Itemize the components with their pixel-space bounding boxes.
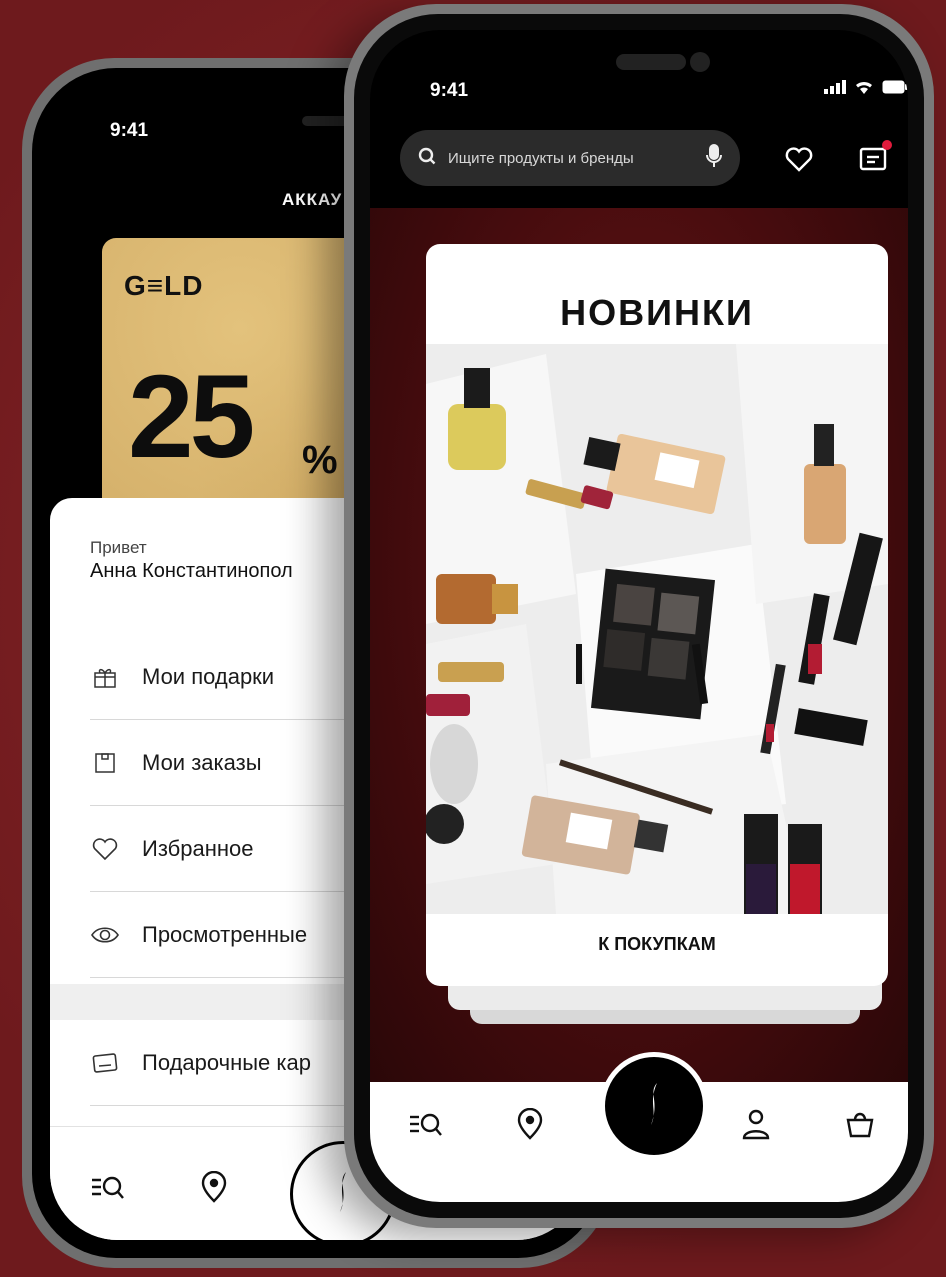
cart-bag-icon[interactable]	[840, 1104, 880, 1144]
home-logo-icon	[644, 1081, 664, 1132]
status-time: 9:41	[430, 80, 469, 101]
gift-card-icon	[90, 1048, 120, 1078]
promo-product-image	[426, 344, 888, 914]
feed-area: НОВИНКИ К ПОКУПКАМ	[370, 208, 908, 1088]
search-input[interactable]: Ищите продукты и бренды	[400, 130, 740, 186]
dynamic-island	[616, 54, 686, 70]
catalog-search-icon[interactable]	[88, 1167, 128, 1207]
menu-item-label: Избранное	[142, 835, 254, 861]
heart-icon	[90, 834, 120, 864]
search-placeholder: Ищите продукты и бренды	[448, 149, 634, 167]
menu-item-label: Мои заказы	[142, 749, 262, 775]
camera-dot	[690, 52, 710, 72]
discount-unit: %	[302, 438, 338, 482]
catalog-search-icon[interactable]	[406, 1104, 446, 1144]
front-phone: 9:41 Ищите продукты и бренды НОВИНКИ К П…	[344, 4, 934, 1228]
home-logo-button[interactable]	[600, 1052, 708, 1160]
battery-icon	[882, 80, 908, 99]
menu-item-label: Просмотренные	[142, 921, 308, 947]
notifications-icon[interactable]	[856, 140, 892, 176]
status-icons	[824, 80, 908, 99]
favorites-heart-icon[interactable]	[782, 142, 816, 176]
promo-title: НОВИНКИ	[560, 292, 754, 333]
front-phone-screen: 9:41 Ищите продукты и бренды НОВИНКИ К П…	[370, 30, 908, 1202]
user-name: Анна Константинопол	[90, 560, 293, 582]
eye-icon	[90, 920, 120, 950]
notification-badge	[882, 140, 892, 150]
tab-bar	[370, 1052, 908, 1202]
status-time: 9:41	[110, 120, 149, 141]
location-pin-icon[interactable]	[194, 1167, 234, 1207]
greeting-label: Привет	[90, 538, 147, 557]
front-phone-bezel: 9:41 Ищите продукты и бренды НОВИНКИ К П…	[354, 14, 924, 1218]
gift-icon	[90, 662, 120, 692]
promo-card[interactable]: НОВИНКИ К ПОКУПКАМ	[426, 244, 888, 986]
menu-item-label: Мои подарки	[142, 663, 275, 689]
menu-item-label: Подарочные кар	[142, 1049, 311, 1075]
location-pin-icon[interactable]	[510, 1104, 550, 1144]
wifi-icon	[854, 80, 874, 99]
orders-box-icon	[90, 748, 120, 778]
signal-icon	[824, 80, 846, 99]
page-title: АККАУ	[282, 190, 343, 209]
profile-icon[interactable]	[736, 1104, 776, 1144]
search-icon	[418, 147, 436, 170]
home-logo-icon	[333, 1170, 353, 1219]
shop-now-button[interactable]: К ПОКУПКАМ	[426, 934, 888, 955]
microphone-icon[interactable]	[706, 143, 722, 173]
loyalty-tier-logo: G≡LD	[124, 270, 204, 301]
discount-value: 25	[128, 351, 255, 483]
